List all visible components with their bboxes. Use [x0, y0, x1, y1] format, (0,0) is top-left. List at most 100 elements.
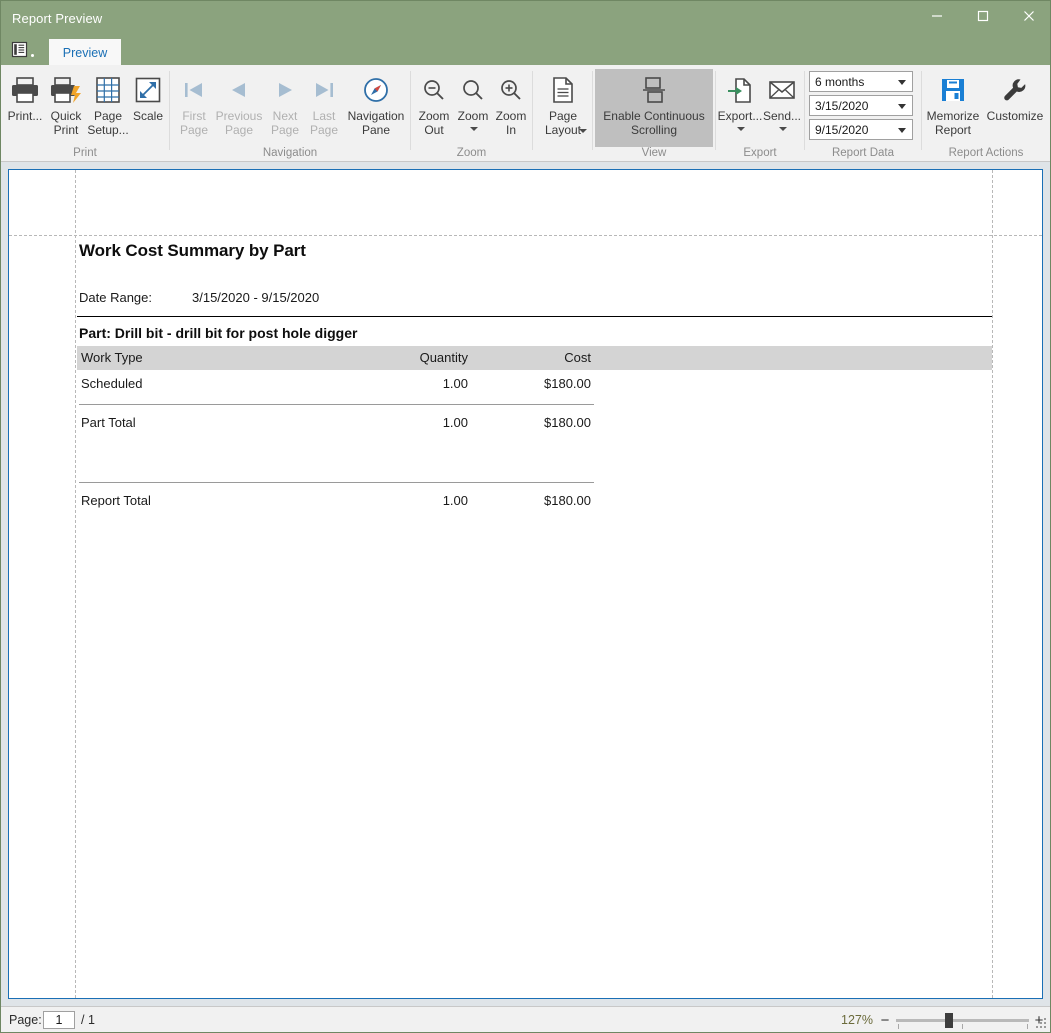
margin-guide-right	[992, 170, 993, 998]
row-cost: $180.00	[544, 376, 591, 391]
zoom-dropdown-button[interactable]: Zoom	[454, 69, 492, 134]
page-layout-button-label: Page Layout	[544, 109, 582, 137]
last-page-button[interactable]: Last Page	[305, 69, 343, 137]
customize-button-label: Customize	[986, 109, 1044, 123]
part-total-row: Part Total 1.00 $180.00	[79, 415, 994, 437]
scale-button-label: Scale	[132, 109, 164, 123]
first-page-icon	[181, 73, 207, 107]
window-title: Report Preview	[12, 11, 103, 26]
date-range-value: 3/15/2020 - 9/15/2020	[192, 290, 320, 305]
report-total-row: Report Total 1.00 $180.00	[79, 493, 994, 515]
quick-print-button[interactable]: Quick Print	[45, 69, 87, 137]
close-button[interactable]	[1006, 1, 1050, 31]
first-page-button[interactable]: First Page	[175, 69, 213, 137]
chevron-down-icon	[898, 128, 906, 133]
zoom-slider-thumb[interactable]	[945, 1013, 953, 1028]
wrench-icon	[1001, 73, 1029, 107]
quick-access-menu-button[interactable]	[11, 40, 49, 64]
export-button[interactable]: Export...	[718, 69, 762, 134]
next-page-button-label: Next Page	[270, 109, 300, 137]
report-preview-area[interactable]: Work Cost Summary by Part Date Range: 3/…	[1, 162, 1050, 1006]
scale-icon	[134, 73, 162, 107]
part-total-separator	[79, 482, 594, 483]
ribbon-group-export: Export... Send... Export	[716, 65, 804, 161]
ribbon-group-navigation: First Page Previous Page Next Page Last …	[170, 65, 410, 161]
ribbon-group-view: Enable Continuous Scrolling View	[593, 65, 715, 161]
margin-guide-top	[9, 235, 1042, 236]
page-setup-button-label: Page Setup...	[87, 109, 129, 137]
report-total-cost: $180.00	[544, 493, 591, 508]
zoom-level-label: 127%	[841, 1013, 873, 1027]
continuous-scrolling-icon	[641, 73, 667, 107]
ribbon-tab-strip: Preview	[1, 37, 1050, 93]
navigation-pane-button-label: Navigation Pane	[347, 109, 405, 137]
table-row: Scheduled 1.00 $180.00	[79, 376, 994, 398]
title-bar: Report Preview	[1, 1, 1050, 37]
page-label: Page:	[9, 1013, 42, 1027]
start-date-combo-value: 3/15/2020	[815, 98, 869, 113]
send-button-label: Send...	[762, 109, 802, 123]
envelope-icon	[768, 73, 796, 107]
next-page-button[interactable]: Next Page	[265, 69, 305, 137]
tab-preview[interactable]: Preview	[49, 39, 121, 67]
date-preset-combo[interactable]: 6 months	[809, 71, 913, 92]
page-setup-button[interactable]: Page Setup...	[87, 69, 129, 137]
zoom-out-icon	[421, 73, 447, 107]
page-number-input[interactable]: 1	[43, 1011, 75, 1029]
ribbon-group-view-label: View	[641, 147, 667, 159]
memorize-report-button[interactable]: Memorize Report	[924, 69, 982, 137]
start-date-combo[interactable]: 3/15/2020	[809, 95, 913, 116]
report-title: Work Cost Summary by Part	[79, 241, 306, 260]
quick-print-button-label: Quick Print	[50, 109, 82, 137]
zoom-slider-tick	[898, 1024, 899, 1029]
margin-guide-left	[75, 170, 76, 998]
zoom-out-button[interactable]: Zoom Out	[414, 69, 454, 137]
minimize-button[interactable]	[914, 1, 960, 31]
tab-preview-label: Preview	[62, 46, 108, 60]
quick-print-icon	[50, 73, 82, 107]
ribbon-group-export-label: Export	[743, 147, 777, 159]
zoom-slider-tick	[962, 1024, 963, 1029]
chevron-down-icon	[777, 124, 787, 134]
status-bar: Page: 1 / 1 127% − +	[1, 1006, 1050, 1032]
chevron-down-icon	[468, 124, 478, 134]
previous-page-button-label: Previous Page	[215, 109, 263, 137]
page-total-label: / 1	[81, 1013, 95, 1027]
ribbon-group-zoom: Zoom Out Zoom Zoom In Zoom	[411, 65, 532, 161]
resize-grip[interactable]	[1036, 1018, 1048, 1030]
zoom-icon	[460, 73, 486, 107]
navigation-pane-button[interactable]: Navigation Pane	[343, 69, 409, 137]
report-menu-icon	[11, 41, 28, 63]
first-page-button-label: First Page	[179, 109, 209, 137]
previous-page-icon	[226, 73, 252, 107]
zoom-in-button[interactable]: Zoom In	[492, 69, 530, 137]
ribbon-group-report-actions-label: Report Actions	[948, 147, 1024, 159]
zoom-slider-track[interactable]	[896, 1019, 1029, 1022]
enable-continuous-scrolling-button[interactable]: Enable Continuous Scrolling	[595, 69, 713, 147]
ribbon-group-report-data-label: Report Data	[831, 147, 894, 159]
zoom-in-icon	[498, 73, 524, 107]
ribbon-group-print-label: Print	[73, 147, 97, 159]
maximize-button[interactable]	[960, 1, 1006, 31]
previous-page-button[interactable]: Previous Page	[213, 69, 265, 137]
column-header-cost: Cost	[564, 350, 591, 365]
chevron-down-icon	[735, 124, 745, 134]
end-date-combo-value: 9/15/2020	[815, 122, 869, 137]
zoom-out-icon[interactable]: −	[878, 1012, 892, 1028]
print-button-label: Print...	[7, 109, 43, 123]
date-preset-combo-value: 6 months	[815, 74, 865, 89]
customize-button[interactable]: Customize	[982, 69, 1048, 124]
end-date-combo[interactable]: 9/15/2020	[809, 119, 913, 140]
zoom-slider-tick	[1027, 1024, 1028, 1029]
scale-button[interactable]: Scale	[129, 69, 167, 124]
chevron-down-icon	[577, 122, 587, 140]
ribbon-group-report-data: 6 months 3/15/2020 9/15/2020 Report Data	[805, 65, 921, 161]
last-page-icon	[311, 73, 337, 107]
send-button[interactable]: Send...	[762, 69, 802, 134]
memorize-report-button-label: Memorize Report	[926, 109, 980, 137]
zoom-dropdown-button-label: Zoom	[457, 109, 489, 123]
last-page-button-label: Last Page	[309, 109, 339, 137]
export-icon	[727, 73, 753, 107]
print-button[interactable]: Print...	[5, 69, 45, 124]
ribbon-group-navigation-label: Navigation	[262, 147, 318, 159]
